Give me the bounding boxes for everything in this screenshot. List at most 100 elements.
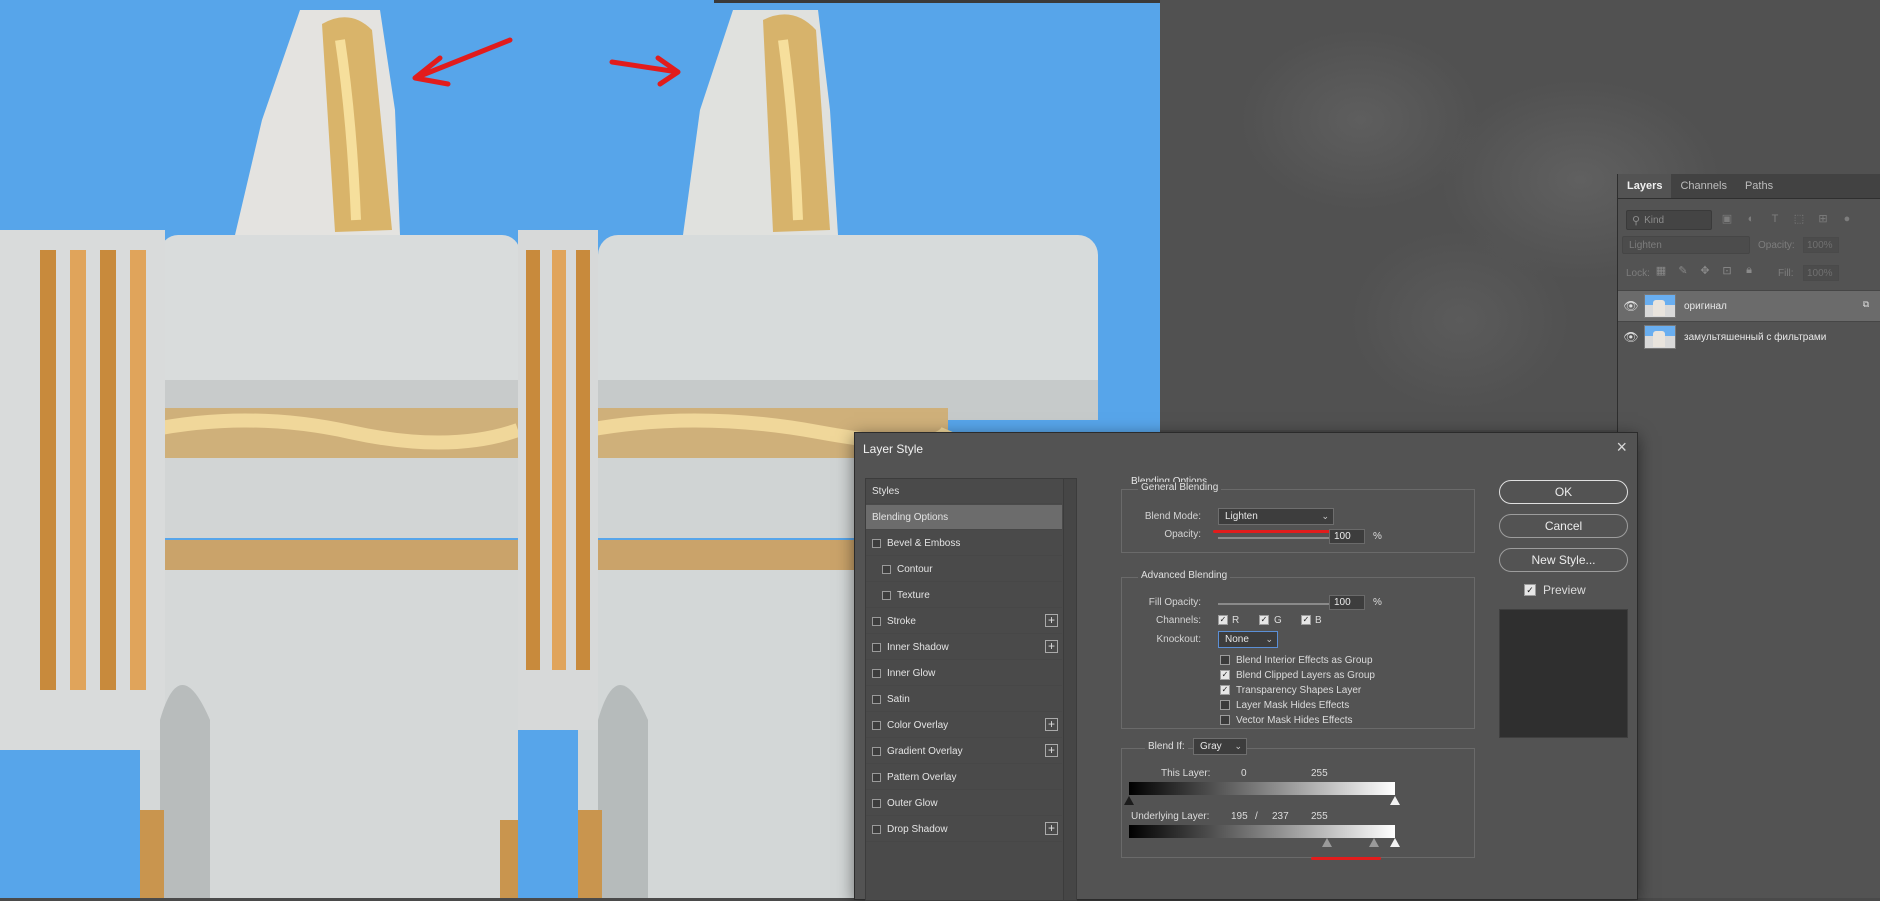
- style-item[interactable]: Gradient Overlay +: [866, 739, 1062, 764]
- style-item-label: Drop Shadow: [887, 823, 948, 835]
- lock-all-icon[interactable]: 🔒︎: [1742, 264, 1756, 277]
- style-checkbox[interactable]: [872, 668, 881, 678]
- opacity-input[interactable]: 100%: [1803, 237, 1839, 253]
- style-checkbox[interactable]: [872, 772, 881, 782]
- eye-icon[interactable]: 👁︎: [1618, 330, 1644, 344]
- option-checkbox[interactable]: [1220, 715, 1230, 725]
- fill-opacity-input[interactable]: 100: [1329, 595, 1365, 610]
- layer-name: замультяшенный с фильтрами: [1684, 331, 1827, 343]
- style-checkbox[interactable]: [872, 746, 881, 756]
- lock-transparent-icon[interactable]: ▦: [1654, 264, 1668, 277]
- fill-label: Fill:: [1778, 268, 1794, 279]
- channel-b-label: B: [1315, 615, 1322, 626]
- annotation-underline: [1311, 857, 1381, 860]
- lock-position-icon[interactable]: ✥: [1698, 264, 1712, 277]
- tower-painting-left: [0, 10, 518, 898]
- kind-filter-select[interactable]: ⚲ Kind: [1626, 210, 1712, 230]
- channel-r-checkbox[interactable]: ✓: [1218, 615, 1228, 625]
- underlying-black-slider-right[interactable]: [1369, 838, 1379, 847]
- layer-row[interactable]: 👁︎ оригинал ⧉: [1618, 290, 1880, 321]
- option-checkbox[interactable]: ✓: [1220, 685, 1230, 695]
- add-effect-icon[interactable]: +: [1045, 614, 1058, 627]
- style-checkbox[interactable]: [882, 590, 891, 600]
- layer-blend-mode-select[interactable]: Lighten: [1622, 236, 1750, 254]
- style-item[interactable]: Inner Shadow +: [866, 635, 1062, 660]
- style-checkbox[interactable]: [872, 694, 881, 704]
- preview-checkbox[interactable]: ✓: [1524, 584, 1536, 596]
- style-checkbox[interactable]: [872, 824, 881, 834]
- opacity-input[interactable]: 100: [1329, 529, 1365, 544]
- this-layer-white-slider[interactable]: [1390, 796, 1400, 805]
- style-checkbox[interactable]: [872, 798, 881, 808]
- tab-channels[interactable]: Channels: [1671, 174, 1735, 198]
- style-checkbox[interactable]: [872, 720, 881, 730]
- shape-filter-icon[interactable]: ⬚: [1790, 210, 1808, 228]
- underlying-layer-label: Underlying Layer:: [1131, 811, 1210, 822]
- blend-if-channel-value: Gray: [1200, 741, 1222, 752]
- filter-toggle-icon[interactable]: ●: [1838, 210, 1856, 228]
- blend-if-channel-select[interactable]: Gray ⌄: [1193, 738, 1247, 755]
- fill-opacity-percent: %: [1373, 597, 1382, 608]
- knockout-select[interactable]: None ⌄: [1218, 631, 1278, 648]
- opacity-slider-track[interactable]: [1218, 537, 1338, 539]
- option-label: Transparency Shapes Layer: [1236, 685, 1362, 696]
- style-item[interactable]: Satin: [866, 687, 1062, 712]
- preview-label: Preview: [1543, 583, 1586, 597]
- option-label: Layer Mask Hides Effects: [1236, 700, 1350, 711]
- this-layer-gradient: [1129, 782, 1395, 795]
- style-checkbox[interactable]: [872, 538, 881, 548]
- this-layer-label: This Layer:: [1161, 768, 1211, 779]
- close-icon[interactable]: ×: [1616, 437, 1627, 458]
- fill-input[interactable]: 100%: [1803, 265, 1839, 281]
- blend-mode-select[interactable]: Lighten ⌄: [1218, 508, 1334, 525]
- smart-object-filter-icon[interactable]: ⊞: [1814, 210, 1832, 228]
- knockout-label: Knockout:: [1156, 634, 1201, 645]
- type-filter-icon[interactable]: T: [1766, 210, 1784, 228]
- layer-name: оригинал: [1684, 300, 1727, 312]
- add-effect-icon[interactable]: +: [1045, 640, 1058, 653]
- canvas-original[interactable]: [0, 0, 518, 898]
- layer-thumbnail: [1644, 294, 1676, 318]
- style-checkbox[interactable]: [882, 564, 891, 574]
- underlying-black-slider-left[interactable]: [1322, 838, 1332, 847]
- style-checkbox[interactable]: [872, 642, 881, 652]
- cancel-button[interactable]: Cancel: [1499, 514, 1628, 538]
- underlying-white-slider[interactable]: [1390, 838, 1400, 847]
- adjustment-filter-icon[interactable]: ◐: [1742, 210, 1760, 228]
- blend-mode-value: Lighten: [1225, 511, 1258, 522]
- image-filter-icon[interactable]: ▣: [1718, 210, 1736, 228]
- option-checkbox[interactable]: ✓: [1220, 670, 1230, 680]
- style-item[interactable]: Blending Options: [866, 505, 1062, 530]
- add-effect-icon[interactable]: +: [1045, 718, 1058, 731]
- style-item[interactable]: Outer Glow: [866, 791, 1062, 816]
- styles-scrollbar[interactable]: [1063, 479, 1076, 900]
- tab-paths[interactable]: Paths: [1736, 174, 1782, 198]
- add-effect-icon[interactable]: +: [1045, 822, 1058, 835]
- style-item[interactable]: Pattern Overlay: [866, 765, 1062, 790]
- option-checkbox[interactable]: [1220, 700, 1230, 710]
- style-item[interactable]: Contour: [866, 557, 1062, 582]
- styles-header[interactable]: Styles: [866, 479, 1062, 504]
- layer-row[interactable]: 👁︎ замультяшенный с фильтрами: [1618, 321, 1880, 352]
- new-style-button[interactable]: New Style...: [1499, 548, 1628, 572]
- channel-b-checkbox[interactable]: ✓: [1301, 615, 1311, 625]
- style-checkbox[interactable]: [872, 616, 881, 626]
- tab-layers[interactable]: Layers: [1618, 174, 1672, 198]
- this-layer-black-slider[interactable]: [1124, 796, 1134, 805]
- fill-opacity-slider-track[interactable]: [1218, 603, 1338, 605]
- channel-g-checkbox[interactable]: ✓: [1259, 615, 1269, 625]
- ok-button[interactable]: OK: [1499, 480, 1628, 504]
- style-item[interactable]: Color Overlay +: [866, 713, 1062, 738]
- eye-icon[interactable]: 👁︎: [1618, 299, 1644, 313]
- add-effect-icon[interactable]: +: [1045, 744, 1058, 757]
- option-checkbox[interactable]: [1220, 655, 1230, 665]
- style-item[interactable]: Inner Glow: [866, 661, 1062, 686]
- option-label: Vector Mask Hides Effects: [1236, 715, 1353, 726]
- style-item[interactable]: Texture: [866, 583, 1062, 608]
- lock-artboard-icon[interactable]: ⊡: [1720, 264, 1734, 277]
- style-item[interactable]: Stroke +: [866, 609, 1062, 634]
- smart-object-icon: ⧉: [1862, 299, 1870, 309]
- style-item[interactable]: Drop Shadow +: [866, 817, 1062, 842]
- style-item[interactable]: Bevel & Emboss: [866, 531, 1062, 556]
- lock-paint-icon[interactable]: ✎: [1676, 264, 1690, 277]
